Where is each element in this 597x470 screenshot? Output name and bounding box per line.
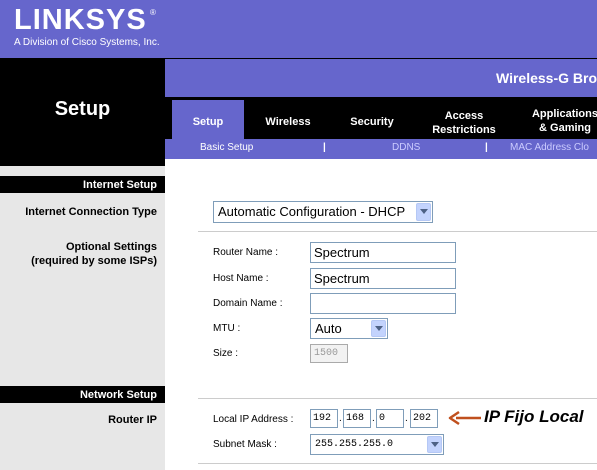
- tab-wireless[interactable]: Wireless: [250, 116, 326, 128]
- page-title: Setup: [54, 98, 111, 120]
- domain-name-input[interactable]: [310, 293, 456, 314]
- local-ip-octet-1[interactable]: 192: [310, 409, 338, 428]
- subtab-separator: |: [485, 142, 488, 153]
- section-internet-setup: Internet Setup: [83, 179, 157, 191]
- mtu-select[interactable]: Auto: [310, 318, 388, 339]
- section-network-setup: Network Setup: [79, 389, 157, 401]
- local-ip-label: Local IP Address :: [213, 414, 294, 425]
- chevron-down-icon[interactable]: [416, 203, 431, 221]
- chevron-down-icon[interactable]: [371, 320, 386, 337]
- subtab-ddns[interactable]: DDNS: [392, 142, 420, 153]
- tab-access-restrictions[interactable]: Access Restrictions: [420, 109, 508, 137]
- tab-security[interactable]: Security: [336, 116, 408, 128]
- router-name-input[interactable]: Spectrum: [310, 242, 456, 263]
- local-ip-octet-4[interactable]: 202: [410, 409, 438, 428]
- product-name: Wireless-G Bro: [496, 70, 597, 86]
- tab-apps-line2: & Gaming: [539, 122, 591, 134]
- ip-dot: .: [405, 413, 408, 424]
- local-ip-octet-3[interactable]: 0: [376, 409, 404, 428]
- label-router-ip: Router IP: [108, 414, 157, 426]
- connection-type-select[interactable]: Automatic Configuration - DHCP: [213, 201, 433, 223]
- label-optional-settings: Optional Settings (required by some ISPs…: [0, 240, 157, 268]
- tab-apps-line1: Applications: [531, 108, 597, 120]
- subnet-mask-label: Subnet Mask :: [213, 439, 277, 450]
- router-name-label: Router Name :: [213, 247, 279, 258]
- tab-applications-gaming[interactable]: Applications & Gaming: [520, 107, 597, 135]
- registered-mark: ®: [150, 8, 156, 17]
- domain-name-label: Domain Name :: [213, 298, 283, 309]
- subnet-mask-value: 255.255.255.0: [315, 439, 394, 450]
- size-label: Size :: [213, 348, 239, 359]
- subtab-basic-setup[interactable]: Basic Setup: [200, 142, 253, 153]
- linksys-logo: LINKSYS: [14, 4, 147, 36]
- tab-access-line2: Restrictions: [432, 124, 496, 136]
- ip-dot: .: [339, 413, 342, 424]
- subtab-mac-address-clone[interactable]: MAC Address Clo: [510, 142, 589, 153]
- tab-setup[interactable]: Setup: [172, 116, 244, 128]
- logo-subtitle: A Division of Cisco Systems, Inc.: [14, 37, 160, 48]
- subtab-separator: |: [323, 142, 326, 153]
- mtu-label: MTU :: [213, 323, 241, 334]
- divider: [198, 231, 597, 232]
- connection-type-value: Automatic Configuration - DHCP: [218, 204, 406, 219]
- label-optional-line1: Optional Settings: [65, 241, 157, 253]
- label-internet-connection-type: Internet Connection Type: [25, 206, 157, 218]
- ip-dot: .: [372, 413, 375, 424]
- label-optional-line2: (required by some ISPs): [31, 255, 157, 267]
- divider: [198, 463, 597, 464]
- mtu-size-input: 1500: [310, 344, 348, 363]
- chevron-down-icon[interactable]: [427, 436, 442, 453]
- host-name-input[interactable]: Spectrum: [310, 268, 456, 289]
- arrow-left-icon: [448, 410, 481, 426]
- subnet-mask-select[interactable]: 255.255.255.0: [310, 434, 444, 455]
- host-name-label: Host Name :: [213, 273, 269, 284]
- local-ip-octet-2[interactable]: 168: [343, 409, 371, 428]
- divider: [198, 398, 597, 399]
- tab-access-line1: Access: [444, 110, 484, 122]
- mtu-value: Auto: [315, 321, 342, 336]
- annotation-ip-fijo-local: IP Fijo Local: [484, 407, 584, 426]
